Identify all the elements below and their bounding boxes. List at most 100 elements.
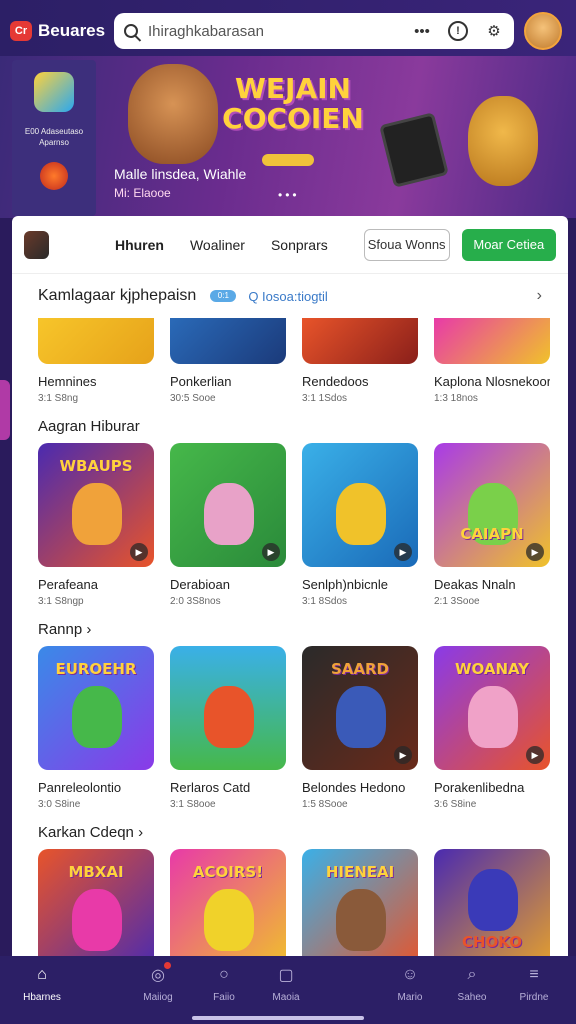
brand-name: Beuares (38, 21, 106, 40)
play-icon[interactable]: ▶ (394, 746, 412, 764)
top-bar: Cr Beuares Ihiraghkabarasan ••• ! ⚙ (0, 0, 576, 62)
game-card[interactable]: MBXAI (38, 849, 154, 973)
game-icon[interactable] (24, 230, 49, 259)
section-title[interactable]: Karkan Cdeqn › (12, 810, 568, 849)
game-meta: 2:1 3Sooe (434, 596, 480, 607)
character-illustration (468, 686, 518, 748)
smile-icon: ☺ (401, 966, 419, 983)
bear-illustration-2 (468, 96, 538, 186)
game-logo-text: CHOKO (461, 933, 522, 951)
carousel-dots[interactable]: ••• (278, 188, 300, 202)
game-meta: 3:0 S8ine (38, 799, 81, 810)
more-icon[interactable]: ••• (412, 21, 432, 41)
game-logo-text: ACOIRS! (192, 863, 264, 881)
gear-icon[interactable]: ⚙ (484, 21, 504, 41)
info-icon[interactable]: ! (448, 21, 468, 41)
hero-pill (262, 154, 314, 166)
play-icon[interactable]: ▶ (130, 543, 148, 561)
nav-item-search[interactable]: ⌕ Saheo (442, 964, 502, 1003)
game-card[interactable]: ▶ Derabioan 2:0 3S8nos (170, 443, 286, 607)
game-card[interactable]: EUROEHR Panreleolontio 3:0 S8ine (38, 646, 154, 810)
play-icon[interactable]: ▶ (394, 543, 412, 561)
game-meta: 3:1 S8ooe (170, 799, 216, 810)
character-illustration (204, 686, 254, 748)
nav-item-mario[interactable]: ☺ Mario (380, 964, 440, 1003)
game-logo-text: CAIAPN (460, 525, 524, 543)
game-card[interactable]: HIENEAI (302, 849, 418, 973)
nav-item-faiio[interactable]: ○ Faiio (194, 964, 254, 1003)
game-title: Rerlaros Catd (170, 780, 251, 795)
nav-item-games[interactable]: ◎ Maiiog (128, 962, 188, 1003)
game-card[interactable]: SAARD ▶ Belondes Hedono 1:5 8Sooe (302, 646, 418, 810)
nav-label: Mario (397, 992, 423, 1003)
character-illustration (336, 686, 386, 748)
nav-label: Hbarnes (23, 992, 61, 1003)
game-thumbnail: WOANAY ▶ (434, 646, 550, 770)
search-bar[interactable]: Ihiraghkabarasan ••• ! ⚙ (114, 13, 514, 49)
hero-banner[interactable]: E00 Adaseutaso Aparnso WEJAIN COCOIEN Ma… (0, 56, 576, 218)
character-illustration (72, 686, 122, 748)
game-card[interactable]: Rerlaros Catd 3:1 S8ooe (170, 646, 286, 810)
edge-decoration (0, 380, 10, 440)
game-meta: 3:1 1Sdos (302, 393, 348, 404)
game-card[interactable]: Kaplona Nlosnekoor 1:3 18nos (434, 318, 550, 404)
game-card[interactable]: CHOKO (434, 849, 550, 973)
play-icon[interactable]: ▶ (262, 543, 280, 561)
primary-button[interactable]: Moar Cetiea (461, 228, 556, 261)
hero-subtitle: Mi: Elaooe (114, 186, 171, 200)
nav-item-home[interactable]: ⌂ Hbarnes (12, 964, 72, 1003)
play-icon[interactable]: ▶ (526, 543, 544, 561)
character-illustration (72, 483, 122, 545)
home-indicator[interactable] (192, 1016, 364, 1020)
game-card[interactable]: Ponkerlian 30:5 Sooe (170, 318, 286, 404)
section-title: Aagran Hiburar (38, 418, 140, 435)
game-card[interactable]: ACOIRS! (170, 849, 286, 973)
game-card[interactable]: Hemnines 3:1 S8ng (38, 318, 154, 404)
section-link[interactable]: Q Iosoa:tiogtil (248, 289, 328, 304)
hero-side-card[interactable]: E00 Adaseutaso Aparnso (12, 60, 96, 216)
game-title: Belondes Hedono (302, 780, 406, 795)
brand[interactable]: Cr Beuares (10, 21, 110, 41)
tab-hhuren[interactable]: Hhuren (115, 237, 164, 253)
game-thumbnail (38, 318, 154, 364)
game-card[interactable]: WOANAY ▶ Porakenlibedna 3:6 S8ine (434, 646, 550, 810)
nav-item-maoia[interactable]: ▢ Maoia (256, 964, 316, 1003)
search-input[interactable]: Ihiraghkabarasan (148, 23, 396, 40)
avatar[interactable] (524, 12, 562, 50)
tab-bar: Hhuren Woaliner Sonprars Sfoua Wonns Moa… (12, 216, 568, 274)
game-title: Derabioan (170, 577, 230, 592)
tab-sonprars[interactable]: Sonprars (271, 237, 328, 253)
game-row-4: MBXAI ACOIRS! HIENEAI CHOKO (12, 849, 568, 973)
game-title: Senlph)nbicnle (302, 577, 389, 592)
game-meta: 1:5 8Sooe (302, 799, 348, 810)
play-icon[interactable]: ▶ (526, 746, 544, 764)
home-icon: ⌂ (37, 966, 47, 983)
menu-icon: ≡ (529, 966, 539, 983)
game-meta: 3:1 S8ng (38, 393, 79, 404)
search-icon: ⌕ (467, 966, 477, 983)
section-title[interactable]: Rannp › (12, 607, 568, 646)
game-card[interactable]: WBAUPS ▶ Perafeana 3:1 S8ngp (38, 443, 154, 607)
game-title: Kaplona Nlosnekoor (434, 374, 550, 389)
circle-icon: ○ (219, 966, 229, 983)
nav-item-menu[interactable]: ≡ Pirdne (504, 964, 564, 1003)
game-thumbnail: ▶ (302, 443, 418, 567)
game-row-1: Hemnines 3:1 S8ng Ponkerlian 30:5 Sooe R… (12, 318, 568, 404)
game-thumbnail: EUROEHR (38, 646, 154, 770)
game-card[interactable]: ▶ Senlph)nbicnle 3:1 8Sdos (302, 443, 418, 607)
game-logo-text: SAARD (330, 660, 390, 678)
nav-label: Pirdne (519, 992, 549, 1003)
tab-woaliner[interactable]: Woaliner (190, 237, 245, 253)
section-title: Kamlagaar kjphepaisn (38, 287, 197, 304)
game-card[interactable]: Rendedoos 3:1 1Sdos (302, 318, 418, 404)
nav-label: Maiiog (143, 992, 173, 1003)
notification-dot (164, 962, 171, 969)
outline-button[interactable]: Sfoua Wonns (363, 228, 450, 261)
game-title: Porakenlibedna (434, 780, 525, 795)
game-thumbnail: MBXAI (38, 849, 154, 973)
chevron-right-icon[interactable]: › (537, 287, 542, 305)
game-card[interactable]: CAIAPN ▶ Deakas Nnaln 2:1 3Sooe (434, 443, 550, 607)
game-thumbnail: WBAUPS ▶ (38, 443, 154, 567)
character-illustration (204, 889, 254, 951)
game-thumbnail: HIENEAI (302, 849, 418, 973)
